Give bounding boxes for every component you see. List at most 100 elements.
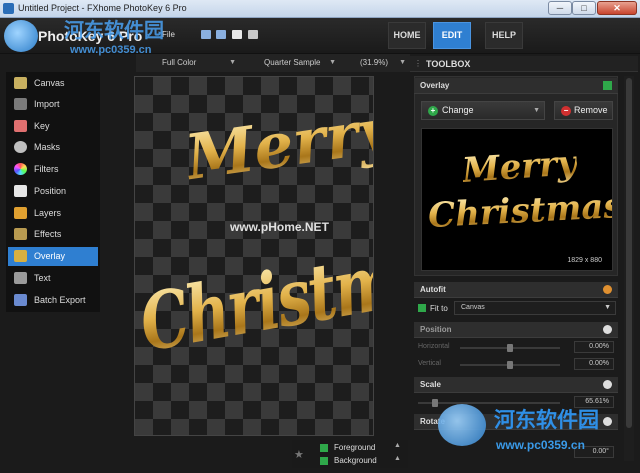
zoom-value: (31.9%) [360, 58, 389, 67]
sidebar-item-canvas[interactable]: Canvas [8, 74, 98, 93]
chevron-down-icon: ▼ [604, 304, 611, 311]
preview-christmas: Christmas [427, 186, 612, 236]
sidebar-item-batch-export[interactable]: Batch Export [8, 291, 98, 310]
sidebar-item-label: Import [34, 99, 60, 109]
masks-icon [14, 141, 27, 153]
overlay-icon [14, 250, 27, 262]
sidebar-item-label: Position [34, 186, 67, 196]
batch-export-icon [14, 294, 27, 306]
close-button[interactable]: ✕ [597, 1, 637, 15]
rotate-reset-icon[interactable] [603, 417, 612, 426]
position-section-header[interactable]: Position [414, 322, 618, 338]
sidebar-item-overlay[interactable]: Overlay [8, 247, 98, 266]
preview-merry: Merry [460, 143, 579, 191]
autofit-section-header[interactable]: Autofit [414, 282, 618, 298]
change-label: Change [442, 105, 474, 115]
vertical-value-field[interactable]: 0.00% [574, 358, 614, 370]
position-reset-icon[interactable] [603, 325, 612, 334]
autofit-section-title: Autofit [420, 285, 446, 294]
sidebar-item-position[interactable]: Position [8, 182, 98, 201]
scale-slider-handle[interactable] [432, 399, 438, 407]
stepper-icon[interactable]: ▲ [394, 455, 401, 462]
window-title: Untitled Project - FXhome PhotoKey 6 Pro [18, 3, 187, 13]
sidebar-item-import[interactable]: Import [8, 95, 98, 114]
minimize-button[interactable]: ─ [548, 1, 572, 15]
nav-help[interactable]: HELP [485, 22, 523, 49]
sidebar-item-masks[interactable]: Masks [8, 138, 98, 157]
remove-label: Remove [574, 105, 608, 115]
email-icon[interactable] [232, 30, 242, 39]
autofit-reset-icon[interactable] [603, 285, 612, 294]
scale-section-title: Scale [420, 380, 441, 389]
zoom-select[interactable]: (31.9%) ▼ [342, 56, 408, 70]
watermark-title: 河东软件园 [494, 409, 599, 432]
key-icon [14, 120, 27, 132]
sample-select[interactable]: Quarter Sample ▼ [244, 56, 338, 70]
sidebar-item-label: Key [34, 121, 50, 131]
position-section-title: Position [420, 325, 452, 334]
background-toggle[interactable]: Background ▲ [320, 455, 404, 467]
star-icon[interactable]: ★ [294, 448, 304, 461]
watermark-globe-icon [438, 404, 486, 446]
chevron-down-icon: ▼ [329, 59, 336, 66]
sidebar-item-effects[interactable]: Effects [8, 225, 98, 244]
fit-to-select[interactable]: Canvas ▼ [454, 301, 616, 315]
print-icon[interactable] [248, 30, 258, 39]
canvas-view[interactable]: Merry Christmas [134, 76, 374, 436]
sample-value: Quarter Sample [264, 58, 321, 67]
foreground-checkbox[interactable] [320, 444, 328, 452]
vertical-slider-row: Vertical 0.00% [414, 358, 618, 372]
watermark-mid: www.pHome.NET [230, 220, 329, 234]
color-mode-select[interactable]: Full Color ▼ [140, 56, 238, 70]
chevron-down-icon: ▼ [399, 59, 406, 66]
sidebar-item-label: Batch Export [34, 295, 86, 305]
layers-icon [14, 207, 27, 219]
sidebar-item-key[interactable]: Key [8, 117, 98, 136]
scrollbar-thumb[interactable] [626, 78, 632, 428]
chevron-down-icon: ▼ [229, 59, 236, 66]
overlay-enabled-checkbox[interactable] [603, 81, 612, 90]
sidebar-item-label: Masks [34, 142, 61, 152]
fit-to-label: Fit to [430, 304, 448, 313]
overlay-dimensions: 1829 x 880 [567, 257, 602, 264]
foreground-toggle[interactable]: Foreground ▲ [320, 442, 404, 454]
vertical-label: Vertical [418, 360, 441, 367]
nav-edit[interactable]: EDIT [433, 22, 471, 49]
save-icon[interactable] [201, 30, 211, 39]
sidebar-item-label: Text [34, 273, 51, 283]
watermark-title-top: 河东软件园 [64, 20, 164, 42]
nav-home[interactable]: HOME [388, 22, 426, 49]
change-button[interactable]: + Change ▼ [421, 101, 545, 120]
overlay-section-header: Overlay [414, 78, 618, 94]
stepper-icon[interactable]: ▲ [394, 442, 401, 449]
fit-to-checkbox[interactable] [418, 304, 426, 312]
canvas-overlay-christmas: Christmas [135, 224, 373, 370]
sidebar-item-text[interactable]: Text [8, 269, 98, 288]
sidebar-item-layers[interactable]: Layers [8, 204, 98, 223]
scale-section-header[interactable]: Scale [414, 377, 618, 393]
horizontal-slider-handle[interactable] [507, 344, 513, 352]
save-as-icon[interactable] [216, 30, 226, 39]
sidebar-item-label: Canvas [34, 78, 65, 88]
watermark-url: www.pc0359.cn [496, 438, 585, 452]
color-mode-value: Full Color [162, 58, 197, 67]
vertical-slider-handle[interactable] [507, 361, 513, 369]
chevron-down-icon: ▼ [533, 107, 540, 114]
foreground-label: Foreground [334, 443, 376, 452]
remove-icon: − [561, 106, 571, 116]
sidebar: Canvas Import Key Masks Filters Position… [6, 72, 100, 312]
canvas-overlay-merry: Merry [181, 93, 373, 194]
background-checkbox[interactable] [320, 457, 328, 465]
sidebar-item-filters[interactable]: Filters [8, 160, 98, 179]
horizontal-label: Horizontal [418, 343, 450, 350]
toolbox-scrollbar[interactable] [624, 76, 634, 461]
sidebar-item-label: Filters [34, 164, 59, 174]
sidebar-item-label: Effects [34, 229, 62, 239]
effects-icon [14, 228, 27, 240]
maximize-button[interactable]: □ [572, 1, 596, 15]
filters-icon [14, 163, 27, 175]
remove-button[interactable]: − Remove [554, 101, 613, 120]
horizontal-value-field[interactable]: 0.00% [574, 341, 614, 353]
scale-reset-icon[interactable] [603, 380, 612, 389]
canvas-toolbar: Full Color ▼ Quarter Sample ▼ (31.9%) ▼ [136, 54, 410, 72]
